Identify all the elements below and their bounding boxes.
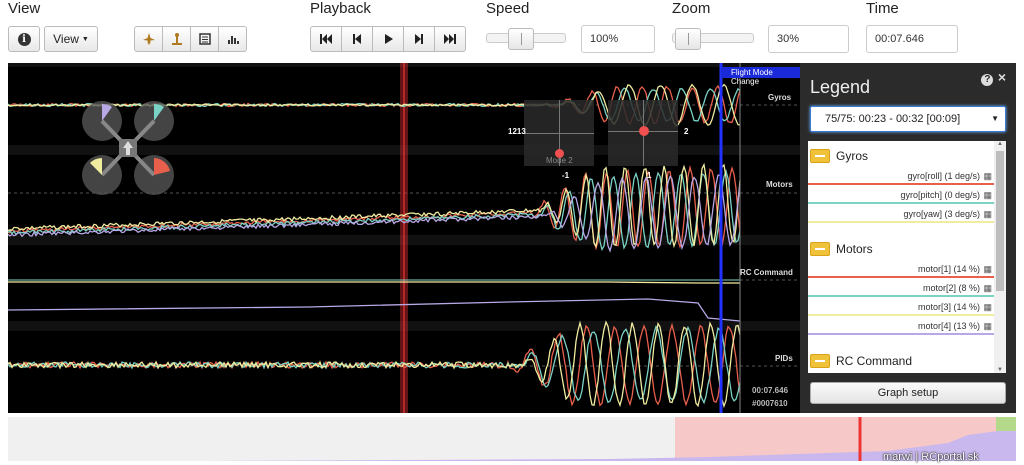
table-icon <box>198 33 211 45</box>
caret-down-icon: ▼ <box>991 114 999 123</box>
analyser-view-button[interactable] <box>218 26 247 52</box>
right-stick-dot <box>639 126 649 136</box>
legend-group-label: Gyros <box>836 149 869 163</box>
sticks-view-button[interactable] <box>162 26 191 52</box>
legend-item-swatch <box>808 295 994 297</box>
legend-group-label: RC Command <box>836 354 913 368</box>
view-section-title: View <box>8 0 41 17</box>
step-backward-icon <box>353 34 361 44</box>
close-icon[interactable]: × <box>998 69 1006 85</box>
group-toggle-icon[interactable] <box>810 242 830 256</box>
stick-axis-right: 1 <box>647 171 652 180</box>
caret-down-icon: ▼ <box>81 35 89 43</box>
spectrum-icon[interactable]: ▦ <box>983 190 992 201</box>
legend-item-swatch <box>808 333 994 335</box>
time-readout: 00:07.646 <box>752 386 789 395</box>
graph-label-gyros: Gyros <box>768 93 792 102</box>
step-forward-button[interactable] <box>403 26 435 52</box>
legend-item-label[interactable]: motor[1] (14 %) <box>918 264 980 274</box>
playback-controls <box>310 26 466 52</box>
legend-item-swatch <box>808 202 994 204</box>
time-input[interactable]: 00:07.646 <box>866 25 958 53</box>
spectrum-icon[interactable]: ▦ <box>983 171 992 182</box>
spectrum-icon[interactable]: ▦ <box>983 283 992 294</box>
speed-slider-handle[interactable] <box>507 28 534 50</box>
legend-group-rc-command[interactable]: RC Command <box>810 354 912 368</box>
group-toggle-icon[interactable] <box>810 149 830 163</box>
speed-input[interactable]: 100% <box>581 25 655 53</box>
graph-label-rc-command: RC Command <box>740 268 793 277</box>
log-selector-value: 75/75: 00:23 - 00:32 [00:09] <box>825 113 961 125</box>
step-back-button[interactable] <box>341 26 373 52</box>
play-icon <box>385 34 393 44</box>
legend-item-swatch <box>808 221 994 223</box>
log-selector[interactable]: 75/75: 00:23 - 00:32 [00:09] ▼ <box>810 106 1006 132</box>
stick-overlay: 1213 2 Mode 2 -1 1 <box>508 95 708 185</box>
watermark-text: marwi | RCportal.sk <box>883 451 979 463</box>
stick-mode-label: Mode 2 <box>546 156 573 165</box>
legend-title: Legend <box>810 77 871 97</box>
craft-view-button[interactable] <box>134 26 163 52</box>
speed-section-title: Speed <box>486 0 530 17</box>
legend-group-label: Motors <box>836 242 873 256</box>
skip-start-button[interactable] <box>310 26 342 52</box>
zoom-section-title: Zoom <box>672 0 711 17</box>
legend-item-label[interactable]: gyro[yaw] (3 deg/s) <box>903 209 980 219</box>
zoom-slider-handle[interactable] <box>674 28 701 50</box>
skip-to-end-icon <box>444 34 456 44</box>
view-dropdown-label: View <box>53 32 79 46</box>
spectrum-icon[interactable]: ▦ <box>983 302 992 313</box>
legend-item-label[interactable]: motor[2] (8 %) <box>923 283 980 293</box>
flight-mode-change-banner: Flight Mode Change <box>731 68 773 86</box>
play-button[interactable] <box>372 26 404 52</box>
stick-value-right: 2 <box>684 127 689 136</box>
info-icon: i <box>17 32 31 46</box>
frame-readout: #0007610 <box>752 399 788 408</box>
sticks-icon <box>171 33 182 45</box>
view-mode-group <box>134 26 247 52</box>
stick-value-left: 1213 <box>508 127 526 136</box>
legend-scrollbar[interactable]: ▲ ▼ <box>994 141 1006 373</box>
table-view-button[interactable] <box>190 26 219 52</box>
spectrum-icon[interactable]: ▦ <box>983 264 992 275</box>
view-dropdown-button[interactable]: View ▼ <box>44 26 98 52</box>
skip-to-start-icon <box>320 34 332 44</box>
legend-item-label[interactable]: gyro[pitch] (0 deg/s) <box>900 190 980 200</box>
legend-item-swatch <box>808 314 994 316</box>
legend-group-motors[interactable]: Motors <box>810 242 873 256</box>
time-section-title: Time <box>866 0 899 17</box>
legend-icons: ? × <box>981 69 1006 86</box>
help-icon[interactable]: ? <box>981 74 994 86</box>
legend-panel: Legend ? × 75/75: 00:23 - 00:32 [00:09] … <box>800 63 1016 413</box>
legend-item-label[interactable]: motor[4] (13 %) <box>918 321 980 331</box>
group-toggle-icon[interactable] <box>810 354 830 368</box>
quad-craft-overlay <box>78 101 178 201</box>
info-button[interactable]: i <box>8 26 40 52</box>
legend-item-swatch <box>808 183 994 185</box>
graph-label-motors: Motors <box>766 180 793 189</box>
graph-setup-button[interactable]: Graph setup <box>810 382 1006 404</box>
legend-item-label[interactable]: motor[3] (14 %) <box>918 302 980 312</box>
log-graph-canvas[interactable]: Flight Mode Change Gyros Motors RC Comma… <box>8 63 800 413</box>
stick-axis-left: -1 <box>562 171 570 180</box>
step-forward-icon <box>415 34 423 44</box>
log-overview-strip[interactable] <box>8 417 1016 461</box>
legend-item-label[interactable]: gyro[roll] (1 deg/s) <box>907 171 980 181</box>
graph-label-pids: PIDs <box>775 354 793 363</box>
spectrum-icon[interactable]: ▦ <box>983 321 992 332</box>
playback-section-title: Playback <box>310 0 371 17</box>
spectrum-icon[interactable]: ▦ <box>983 209 992 220</box>
spectrum-icon <box>227 36 239 44</box>
skip-end-button[interactable] <box>434 26 466 52</box>
legend-group-gyros[interactable]: Gyros <box>810 149 868 163</box>
zoom-input[interactable]: 30% <box>768 25 849 53</box>
quad-craft-icon <box>142 33 155 45</box>
legend-item-swatch <box>808 276 994 278</box>
legend-list: Gyros gyro[roll] (1 deg/s) ▦ gyro[pitch] (0… <box>808 141 994 373</box>
